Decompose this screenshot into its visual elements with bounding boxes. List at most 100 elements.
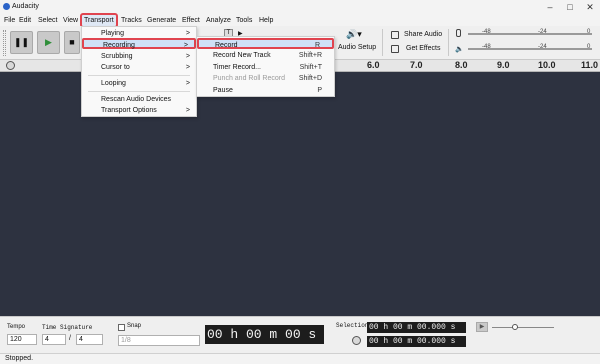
menu-item-label: Recording — [103, 42, 135, 49]
menu-item-transport-options[interactable]: Transport Options > — [82, 105, 196, 116]
share-audio-button[interactable]: Share Audio — [404, 31, 442, 38]
menu-item-label: Timer Record... — [213, 64, 261, 71]
play-button[interactable]: ▶ — [37, 31, 60, 54]
status-text: Stopped. — [5, 355, 34, 362]
ruler-tick-label: 7.0 — [410, 60, 423, 70]
toolbar-divider — [382, 29, 383, 56]
ruler-tick-label: 10.0 — [538, 60, 556, 70]
snap-select[interactable]: 1/8 — [118, 335, 200, 346]
snap-checkbox[interactable] — [118, 324, 125, 331]
menu-item-label: Record — [215, 42, 238, 49]
ruler-tick-label: 11.0 — [581, 60, 599, 70]
submenu-arrow-icon: > — [183, 42, 188, 49]
menu-item-label: Scrubbing — [101, 53, 133, 60]
menu-separator — [88, 91, 190, 92]
menu-item-looping[interactable]: Looping > — [82, 78, 196, 89]
time-signature-numerator[interactable]: 4 — [42, 334, 66, 345]
time-signature-denominator[interactable]: 4 — [76, 334, 103, 345]
menu-item-recording[interactable]: Recording > — [82, 38, 196, 49]
menu-analyze[interactable]: Analyze — [204, 15, 233, 26]
selection-start-field[interactable]: 00 h 00 m 00.000 s — [367, 322, 466, 333]
menu-item-label: Playing — [101, 30, 124, 37]
timeline-settings-icon[interactable] — [6, 61, 15, 70]
time-signature-slash: / — [69, 335, 71, 342]
menu-item-label: Looping — [101, 80, 126, 87]
record-meter-tick: -48 — [482, 29, 491, 35]
tempo-field[interactable]: 120 — [7, 334, 37, 345]
recording-submenu: Record R Record New Track Shift+R Timer Re… — [196, 36, 335, 97]
menu-item-pause[interactable]: Pause P — [197, 85, 334, 96]
time-display-value: 00 h 00 m 00 s — [207, 327, 317, 342]
menu-item-timer-record[interactable]: Timer Record... Shift+T — [197, 62, 334, 73]
get-effects-icon — [391, 45, 399, 53]
audio-setup-button[interactable]: Audio Setup — [338, 44, 376, 51]
selection-settings-icon[interactable] — [352, 336, 361, 345]
status-bar — [0, 353, 600, 364]
menu-edit[interactable]: Edit — [17, 15, 33, 26]
menu-item-cursor-to[interactable]: Cursor to > — [82, 62, 196, 73]
pause-button[interactable]: ❚❚ — [10, 31, 33, 54]
menu-tools[interactable]: Tools — [234, 15, 254, 26]
playback-meter-tick: -24 — [538, 44, 547, 50]
menu-separator — [88, 75, 190, 76]
menu-generate[interactable]: Generate — [145, 15, 178, 26]
submenu-arrow-icon: > — [185, 64, 190, 71]
time-display[interactable]: 00 h 00 m 00 s — [205, 325, 324, 344]
menu-help[interactable]: Help — [257, 15, 275, 26]
playback-speed-slider[interactable] — [492, 327, 554, 328]
play-at-speed-button[interactable]: ▶ — [476, 322, 488, 332]
window-title: Audacity — [12, 3, 39, 10]
toolbar-divider-2 — [448, 29, 449, 56]
menu-item-record[interactable]: Record R — [197, 38, 334, 49]
selection-end-field[interactable]: 00 h 00 m 00.000 s — [367, 336, 466, 347]
menu-item-label: Cursor to — [101, 64, 130, 71]
time-signature-label: Time Signature — [42, 324, 93, 331]
submenu-arrow-icon: > — [185, 80, 190, 87]
playback-speed-slider-thumb[interactable] — [512, 324, 518, 330]
menu-item-label: Pause — [213, 87, 233, 94]
submenu-arrow-icon: > — [185, 53, 190, 60]
close-button[interactable]: ✕ — [580, 0, 600, 14]
snap-label: Snap — [127, 323, 142, 329]
menu-effect[interactable]: Effect — [180, 15, 202, 26]
get-effects-button[interactable]: Get Effects — [406, 45, 441, 52]
menu-select[interactable]: Select — [36, 15, 59, 26]
menu-item-label: Transport Options — [101, 107, 157, 114]
menu-item-label: Rescan Audio Devices — [101, 96, 172, 103]
transport-menu: Playing > Recording > Scrubbing > Cursor to… — [81, 26, 197, 117]
menu-file[interactable]: File — [2, 15, 17, 26]
menu-item-shortcut: P — [317, 87, 322, 94]
app-logo-icon — [3, 3, 10, 10]
record-meter-tick: -24 — [538, 29, 547, 35]
selection-label: Selection — [336, 322, 369, 329]
playback-meter-tick: 0 — [587, 44, 591, 50]
ruler-tick-label: 9.0 — [497, 60, 510, 70]
speaker-icon[interactable]: 🔈 — [455, 45, 464, 53]
stop-button[interactable]: ■ — [64, 31, 80, 54]
share-audio-icon — [391, 31, 399, 39]
toolbar-grip[interactable] — [3, 30, 6, 56]
menu-item-shortcut: Shift+D — [298, 75, 322, 82]
menu-item-rescan-audio-devices[interactable]: Rescan Audio Devices — [82, 94, 196, 105]
menu-item-shortcut: Shift+T — [299, 64, 322, 71]
menu-tracks[interactable]: Tracks — [119, 15, 144, 26]
ruler-tick-label: 8.0 — [455, 60, 468, 70]
menu-item-label: Punch and Roll Record — [213, 75, 285, 82]
menu-item-label: Record New Track — [213, 52, 271, 59]
record-meter-tick: 0 — [587, 29, 591, 35]
menu-item-record-new-track[interactable]: Record New Track Shift+R — [197, 50, 334, 61]
minimize-button[interactable]: – — [540, 0, 560, 14]
tempo-label: Tempo — [7, 324, 26, 330]
maximize-button[interactable]: □ — [560, 0, 580, 14]
playback-meter-tick: -48 — [482, 44, 491, 50]
menu-transport[interactable]: Transport — [80, 13, 118, 28]
menu-view[interactable]: View — [61, 15, 80, 26]
menu-item-shortcut: Shift+R — [298, 52, 322, 59]
ruler-tick-label: 6.0 — [367, 60, 380, 70]
menu-item-punch-and-roll-record: Punch and Roll Record Shift+D — [197, 73, 334, 84]
microphone-icon[interactable] — [456, 29, 461, 37]
title-bar — [0, 0, 600, 15]
submenu-arrow-icon: > — [185, 107, 190, 114]
audio-setup-icon[interactable]: 🔊▾ — [346, 29, 362, 40]
menu-item-scrubbing[interactable]: Scrubbing > — [82, 51, 196, 62]
